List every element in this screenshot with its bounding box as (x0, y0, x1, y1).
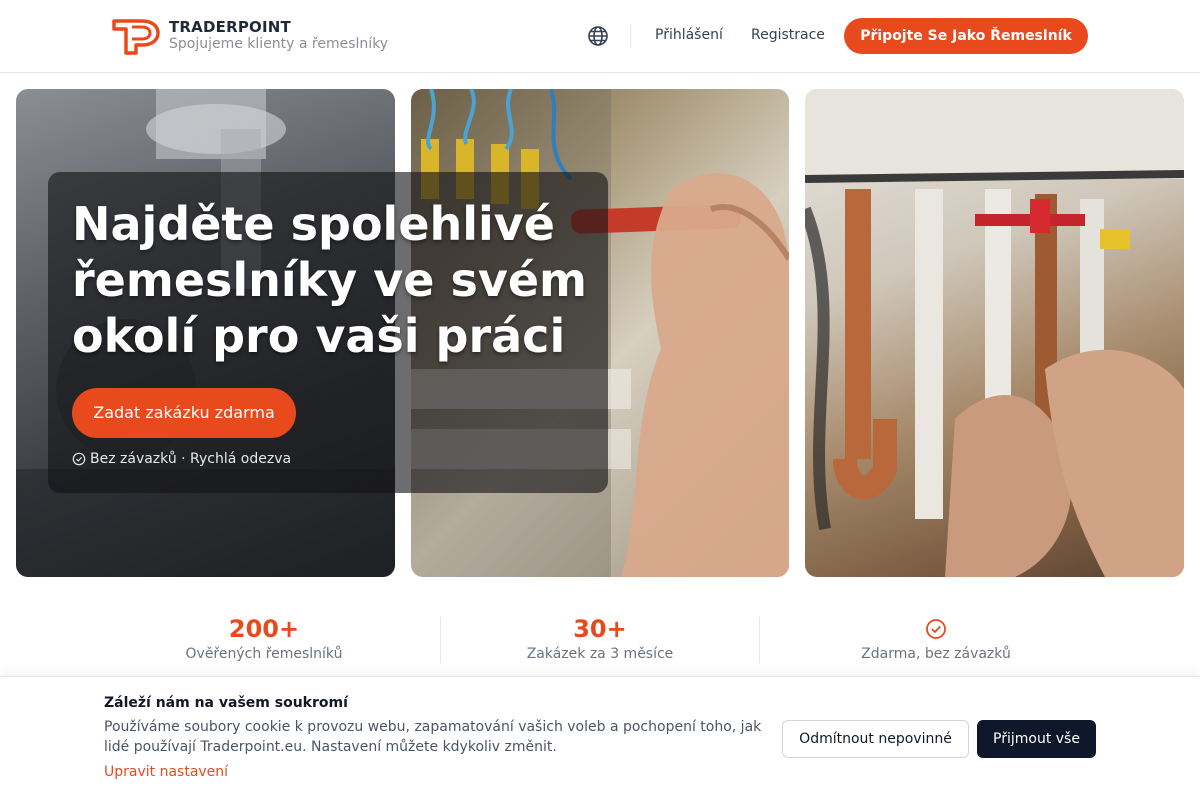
hero-note-text: Bez závazků · Rychlá odezva (90, 451, 292, 467)
brand-tagline: Spojujeme klienty a řemeslníky (169, 36, 389, 52)
stat-icon-wrap (776, 614, 1096, 644)
stat-label: Zakázek za 3 měsíce (526, 646, 674, 662)
traderpoint-logo-icon[interactable] (112, 17, 160, 55)
stat-label: Zdarma, bez závazků (861, 646, 1011, 662)
post-job-button[interactable]: Zadat zakázku zdarma (72, 388, 296, 438)
brand-name[interactable]: TRADERPOINT (169, 18, 291, 36)
stat-free: Zdarma, bez závazků (776, 614, 1096, 662)
stat-jobs: 30+ Zakázek za 3 měsíce (440, 614, 760, 662)
register-link[interactable]: Registrace (751, 27, 825, 43)
header-divider (630, 24, 631, 48)
check-circle-icon (72, 452, 86, 466)
cookie-settings-link[interactable]: Upravit nastavení (104, 764, 228, 780)
check-circle-icon (926, 619, 946, 639)
hero-note: Bez závazků · Rychlá odezva (72, 451, 291, 467)
cookie-text: Používáme soubory cookie k provozu webu,… (104, 719, 762, 755)
globe-icon[interactable] (586, 24, 610, 48)
login-link[interactable]: Přihlášení (655, 27, 723, 43)
hero-image-pipes (805, 89, 1184, 577)
stat-craftsmen: 200+ Ověřených řemeslníků (104, 614, 424, 662)
stat-label: Ověřených řemeslníků (185, 646, 343, 662)
decline-optional-button[interactable]: Odmítnout nepovinné (782, 720, 969, 758)
stat-value: 30+ (573, 615, 627, 643)
cookie-title: Záleží nám na vašem soukromí (104, 695, 348, 711)
stat-value: 200+ (228, 615, 300, 643)
join-as-tradesman-button[interactable]: Připojte Se Jako Řemeslník (844, 18, 1088, 54)
accept-all-button[interactable]: Přijmout vše (977, 720, 1096, 758)
stat-divider (759, 617, 760, 663)
hero-title: Najděte spolehlivé řemeslníky ve svém ok… (72, 197, 587, 363)
cookie-banner: Záleží nám na vašem soukromí Používáme s… (0, 676, 1200, 800)
site-header: TRADERPOINT Spojujeme klienty a řemeslní… (0, 0, 1200, 73)
